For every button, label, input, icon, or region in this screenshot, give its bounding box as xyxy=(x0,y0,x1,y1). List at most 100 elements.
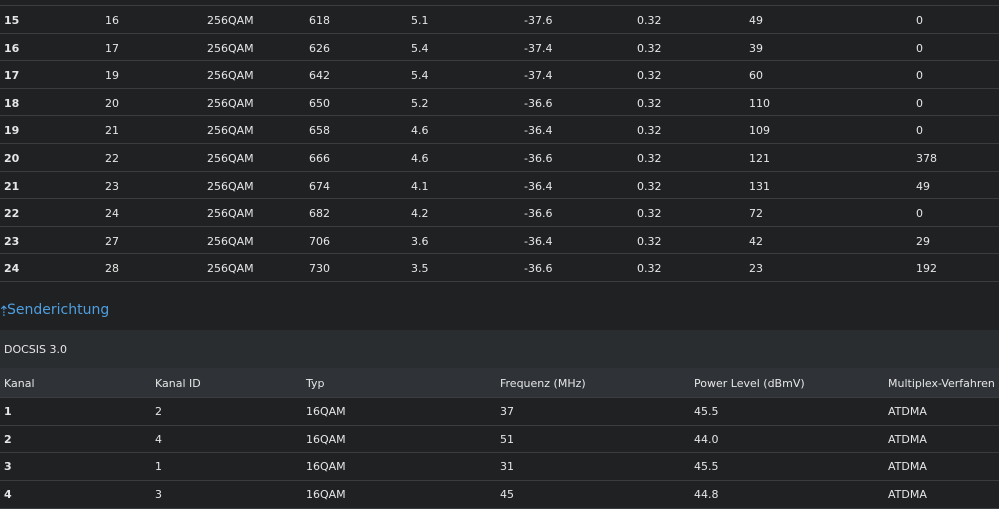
table-cell: 0 xyxy=(916,207,923,221)
table-cell: 2 xyxy=(4,432,12,446)
table-cell: -36.6 xyxy=(524,151,553,165)
table-cell: 5.2 xyxy=(411,96,429,110)
table-cell: 5.1 xyxy=(411,14,429,27)
table-cell: 0.32 xyxy=(637,96,662,110)
table-cell: 256QAM xyxy=(207,207,254,221)
table-cell: 21 xyxy=(105,124,119,138)
table-row: 18 20 256QAM 650 5.2 -36.6 0.32 110 0 xyxy=(0,89,999,117)
table-cell: -36.4 xyxy=(524,234,553,248)
table-cell: 682 xyxy=(309,207,330,221)
table-cell: 0 xyxy=(916,69,923,83)
table-cell: 28 xyxy=(105,262,119,276)
table-row: 3 1 16QAM 31 45.5 ATDMA xyxy=(0,453,999,481)
table-cell: 31 xyxy=(500,460,514,474)
table-cell: 24 xyxy=(4,262,20,276)
docsis-label: DOCSIS 3.0 xyxy=(4,342,68,356)
table-cell: 44.0 xyxy=(694,432,719,446)
table-cell: 256QAM xyxy=(207,179,254,193)
table-cell: 131 xyxy=(749,179,770,193)
table-cell: 4.6 xyxy=(411,151,429,165)
table-cell: 5.4 xyxy=(411,69,429,83)
table-cell: 23 xyxy=(749,262,763,276)
table-cell: 674 xyxy=(309,179,330,193)
table-cell: 0.32 xyxy=(637,234,662,248)
table-cell: 0.32 xyxy=(637,124,662,138)
table-cell: 37 xyxy=(500,404,514,418)
table-cell: 4 xyxy=(155,432,162,446)
table-cell: 16 xyxy=(105,14,119,27)
table-cell: 29 xyxy=(916,234,930,248)
table-cell: 256QAM xyxy=(207,14,254,27)
table-cell: -37.6 xyxy=(524,14,553,27)
table-cell: -36.6 xyxy=(524,262,553,276)
table-cell: 110 xyxy=(749,96,770,110)
table-row: 23 27 256QAM 706 3.6 -36.4 0.32 42 29 xyxy=(0,227,999,255)
section-title: Senderichtung xyxy=(7,301,110,318)
table-cell: 626 xyxy=(309,41,330,55)
table-cell: 60 xyxy=(749,69,763,83)
table-cell: 17 xyxy=(4,69,20,83)
table-cell: 16QAM xyxy=(306,404,346,418)
table-cell: 0 xyxy=(916,96,923,110)
downstream-table-body: 15 16 256QAM 618 5.1 -37.6 0.32 49 0 16 17 256QAM 62… xyxy=(0,6,999,282)
table-cell: 39 xyxy=(749,41,763,55)
table-cell: ATDMA xyxy=(888,488,927,501)
table-row: 4 3 16QAM 45 44.8 ATDMA xyxy=(0,481,999,509)
table-cell: ATDMA xyxy=(888,460,927,474)
table-cell: 4 xyxy=(4,488,12,501)
table-row: 17 19 256QAM 642 5.4 -37.4 0.32 60 0 xyxy=(0,61,999,89)
table-cell: 0 xyxy=(916,124,923,138)
table-cell: 256QAM xyxy=(207,124,254,138)
table-cell: 4.6 xyxy=(411,124,429,138)
table-cell: 121 xyxy=(749,151,770,165)
table-cell: 24 xyxy=(105,207,119,221)
table-cell: 642 xyxy=(309,69,330,83)
table-cell: 22 xyxy=(4,207,20,221)
table-cell: 109 xyxy=(749,124,770,138)
table-row: 24 28 256QAM 730 3.5 -36.6 0.32 23 192 xyxy=(0,254,999,282)
column-header: Frequenz (MHz) xyxy=(500,376,586,390)
table-cell: 22 xyxy=(105,151,119,165)
table-cell: 256QAM xyxy=(207,234,254,248)
table-row: 15 16 256QAM 618 5.1 -37.6 0.32 49 0 xyxy=(0,6,999,34)
table-cell: 3 xyxy=(155,488,162,501)
table-cell: 730 xyxy=(309,262,330,276)
column-header: Kanal xyxy=(4,376,35,390)
table-cell: -36.6 xyxy=(524,207,553,221)
upstream-table-header: Kanal Kanal ID Typ Frequenz (MHz) Power Leve… xyxy=(0,367,999,398)
table-cell: ATDMA xyxy=(888,404,927,418)
table-cell: 51 xyxy=(500,432,514,446)
table-cell: 45.5 xyxy=(694,460,719,474)
table-cell: 16QAM xyxy=(306,460,346,474)
table-cell: -37.4 xyxy=(524,69,553,83)
table-row: 2 4 16QAM 51 44.0 ATDMA xyxy=(0,426,999,454)
table-cell: 49 xyxy=(916,179,930,193)
table-cell: 0.32 xyxy=(637,69,662,83)
table-cell: 658 xyxy=(309,124,330,138)
table-cell: 20 xyxy=(105,96,119,110)
table-cell: 21 xyxy=(4,179,20,193)
table-cell: 16QAM xyxy=(306,432,346,446)
upstream-table-body: 1 2 16QAM 37 45.5 ATDMA 2 4 16QAM 51 44.0 ATDMA 3 1 16… xyxy=(0,398,999,509)
table-cell: 256QAM xyxy=(207,41,254,55)
table-cell: 256QAM xyxy=(207,96,254,110)
table-cell: 256QAM xyxy=(207,151,254,165)
table-cell: 256QAM xyxy=(207,262,254,276)
table-cell: 1 xyxy=(155,460,162,474)
table-cell: 20 xyxy=(4,151,20,165)
table-cell: 0.32 xyxy=(637,41,662,55)
table-cell: 23 xyxy=(105,179,119,193)
table-cell: 256QAM xyxy=(207,69,254,83)
table-cell: 666 xyxy=(309,151,330,165)
table-cell: 15 xyxy=(4,14,20,27)
table-cell: 16QAM xyxy=(306,488,346,501)
table-cell: 0.32 xyxy=(637,207,662,221)
table-cell: 45 xyxy=(500,488,514,501)
column-header: Typ xyxy=(306,376,325,390)
table-cell: 618 xyxy=(309,14,330,27)
table-cell: 3.5 xyxy=(411,262,429,276)
downstream-table: 15 16 256QAM 618 5.1 -37.6 0.32 49 0 16 17 256QAM 62… xyxy=(0,0,999,282)
table-cell: 44.8 xyxy=(694,488,719,501)
upstream-section-heading[interactable]: ⇡ Senderichtung xyxy=(0,282,999,330)
table-cell: -36.6 xyxy=(524,96,553,110)
